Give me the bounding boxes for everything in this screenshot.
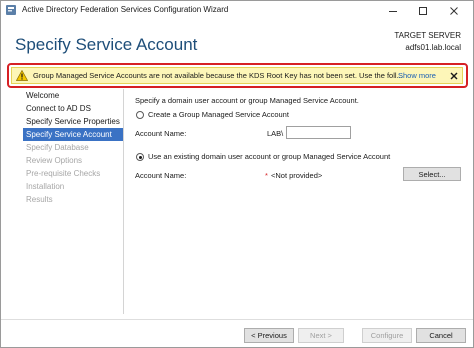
select-account-button[interactable]: Select...	[403, 167, 461, 181]
use-existing-account-radio[interactable]	[136, 153, 144, 161]
nav-divider	[123, 89, 124, 314]
create-gmsa-radio[interactable]	[136, 111, 144, 119]
content-panel: Specify a domain user account or group M…	[135, 89, 465, 289]
nav-item-review-options: Review Options	[26, 156, 83, 165]
previous-button[interactable]: < Previous	[244, 328, 294, 343]
domain-prefix: LAB\	[267, 129, 284, 138]
target-server-label: TARGET SERVER	[394, 31, 461, 40]
window-title: Active Directory Federation Services Con…	[22, 5, 229, 14]
next-button: Next >	[298, 328, 344, 343]
minimize-icon	[389, 10, 397, 12]
adfs-app-icon	[6, 5, 16, 15]
footer-divider	[1, 319, 473, 320]
configure-button: Configure	[362, 328, 412, 343]
cancel-button[interactable]: Cancel	[416, 328, 466, 343]
minimize-button[interactable]	[378, 1, 408, 20]
use-existing-account-label[interactable]: Use an existing domain user account or g…	[148, 152, 390, 161]
nav-item-connect-to-ad-ds[interactable]: Connect to AD DS	[23, 102, 123, 115]
create-gmsa-label[interactable]: Create a Group Managed Service Account	[148, 110, 289, 119]
gmsa-account-name-input[interactable]	[286, 126, 351, 139]
nav-item-welcome[interactable]: Welcome	[23, 89, 123, 102]
target-server-host: adfs01.lab.local	[405, 43, 461, 52]
wizard-steps-nav: Welcome Connect to AD DS Specify Service…	[23, 89, 123, 206]
gmsa-account-name-label: Account Name:	[135, 129, 187, 138]
nav-item-results: Results	[26, 195, 53, 204]
account-value-text: <Not provided>	[271, 171, 323, 180]
nav-item-specify-database: Specify Database	[26, 143, 89, 152]
nav-item-prerequisite-checks: Pre-requisite Checks	[26, 169, 101, 178]
required-marker: *	[265, 171, 268, 180]
nav-item-specify-service-properties[interactable]: Specify Service Properties	[23, 115, 123, 128]
nav-item-installation: Installation	[26, 182, 65, 191]
page-title: Specify Service Account	[15, 35, 198, 54]
warning-highlight-box	[7, 63, 468, 88]
title-bar[interactable]: Active Directory Federation Services Con…	[1, 1, 473, 20]
nav-item-specify-service-account[interactable]: Specify Service Account	[23, 128, 123, 141]
maximize-button[interactable]	[408, 1, 438, 20]
close-icon	[450, 6, 458, 15]
existing-account-name-label: Account Name:	[135, 171, 187, 180]
intro-text: Specify a domain user account or group M…	[135, 96, 359, 105]
close-button[interactable]	[439, 1, 469, 20]
maximize-icon	[419, 6, 427, 15]
wizard-window: Active Directory Federation Services Con…	[0, 0, 474, 348]
